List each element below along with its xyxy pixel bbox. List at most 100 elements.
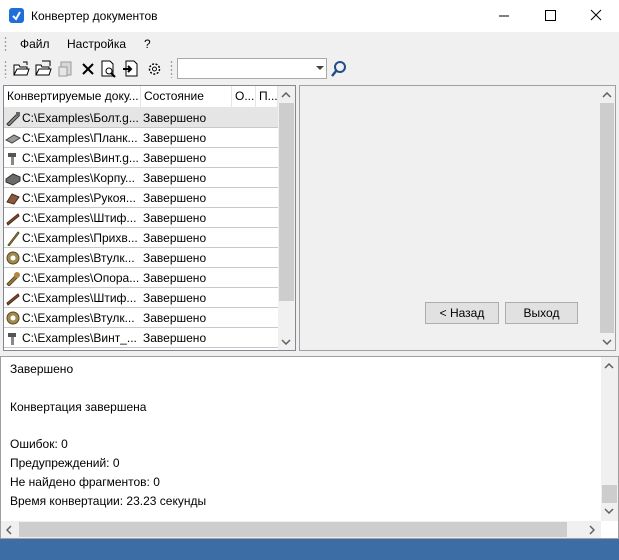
file-list-row[interactable]: C:\Examples\Корпу... Завершено bbox=[4, 168, 278, 188]
file-list-row[interactable]: C:\Examples\Штиф... Завершено bbox=[4, 208, 278, 228]
file-state: Завершено bbox=[143, 211, 207, 225]
scroll-down-icon[interactable] bbox=[602, 339, 612, 345]
log-line: Конвертация завершена bbox=[10, 400, 147, 414]
export-button[interactable] bbox=[121, 59, 140, 79]
file-list-row[interactable]: C:\Examples\Винт_... Завершено bbox=[4, 328, 278, 348]
file-state: Завершено bbox=[143, 111, 207, 125]
file-path: C:\Examples\Болт.g... bbox=[22, 111, 139, 125]
screw-part-icon bbox=[8, 333, 16, 345]
bolt-part-icon bbox=[6, 112, 20, 126]
convert-button[interactable] bbox=[57, 59, 76, 79]
file-state: Завершено bbox=[143, 131, 207, 145]
scroll-up-icon[interactable] bbox=[604, 363, 614, 369]
file-list-row[interactable]: C:\Examples\Втулк... Завершено bbox=[4, 308, 278, 328]
menu-settings[interactable]: Настройка bbox=[67, 37, 126, 51]
file-path: C:\Examples\Штиф... bbox=[22, 291, 137, 305]
maximize-icon bbox=[545, 10, 556, 21]
file-state: Завершено bbox=[143, 231, 207, 245]
preview-button[interactable] bbox=[99, 59, 118, 79]
file-list-rows: C:\Examples\Болт.g... Завершено C:\Example… bbox=[4, 108, 278, 348]
scroll-down-icon[interactable] bbox=[604, 508, 614, 514]
clamp-part-icon bbox=[7, 231, 20, 246]
file-path: C:\Examples\Опора... bbox=[22, 271, 140, 285]
scroll-right-icon[interactable] bbox=[589, 525, 595, 535]
column-header-p[interactable]: П... bbox=[256, 86, 278, 107]
scroll-up-icon[interactable] bbox=[281, 92, 291, 98]
back-button[interactable]: < Назад bbox=[425, 302, 499, 324]
file-list-row[interactable]: C:\Examples\Опора... Завершено bbox=[4, 268, 278, 288]
log-hscroll-thumb[interactable] bbox=[19, 522, 567, 537]
file-state: Завершено bbox=[143, 251, 207, 265]
file-path: C:\Examples\Штиф... bbox=[22, 211, 137, 225]
file-state: Завершено bbox=[143, 311, 207, 325]
file-state: Завершено bbox=[143, 151, 207, 165]
bushing-part-icon bbox=[6, 251, 20, 265]
scroll-left-icon[interactable] bbox=[6, 525, 12, 535]
file-list-row[interactable]: C:\Examples\Болт.g... Завершено bbox=[4, 108, 278, 128]
file-state: Завершено bbox=[143, 191, 207, 205]
file-list-row[interactable]: C:\Examples\Винт.g... Завершено bbox=[4, 148, 278, 168]
close-button[interactable] bbox=[573, 0, 619, 32]
menu-grip-handle[interactable] bbox=[4, 36, 7, 52]
chevron-down-icon[interactable] bbox=[316, 66, 324, 70]
app-logo-icon bbox=[9, 8, 24, 23]
pin-part-icon bbox=[6, 213, 20, 226]
menu-file[interactable]: Файл bbox=[20, 37, 50, 51]
log-vscroll-thumb[interactable] bbox=[602, 485, 617, 503]
file-list: Конвертируемые доку... Состояние О... П.… bbox=[3, 85, 296, 351]
column-header-o[interactable]: О... bbox=[232, 86, 256, 107]
window-title: Конвертер документов bbox=[31, 9, 158, 23]
plank-part-icon bbox=[5, 134, 21, 144]
column-header-state[interactable]: Состояние bbox=[141, 86, 232, 107]
log-horizontal-scrollbar[interactable] bbox=[1, 521, 601, 538]
scroll-down-icon[interactable] bbox=[281, 339, 291, 345]
file-list-header: Конвертируемые доку... Состояние О... П.… bbox=[4, 86, 278, 108]
bushing-part-icon bbox=[6, 311, 20, 325]
export-icon bbox=[123, 60, 138, 77]
log-line: Ошибок: 0 bbox=[10, 437, 68, 451]
file-list-row[interactable]: C:\Examples\Рукоя... Завершено bbox=[4, 188, 278, 208]
file-list-scrollbar[interactable] bbox=[278, 86, 295, 350]
menu-help[interactable]: ? bbox=[144, 37, 151, 51]
minimize-button[interactable] bbox=[481, 0, 527, 32]
file-path: C:\Examples\Винт.g... bbox=[22, 151, 139, 165]
file-list-row[interactable]: C:\Examples\Штиф... Завершено bbox=[4, 288, 278, 308]
pin-part-icon bbox=[6, 293, 20, 306]
handle-part-icon bbox=[6, 193, 20, 205]
maximize-button[interactable] bbox=[527, 0, 573, 32]
wizard-scroll-thumb[interactable] bbox=[600, 103, 614, 333]
search-button[interactable] bbox=[330, 59, 348, 79]
open-folder-button[interactable] bbox=[34, 59, 53, 79]
file-path: C:\Examples\Втулк... bbox=[22, 251, 135, 265]
toolbar-grip-handle-2[interactable] bbox=[170, 60, 173, 78]
log-line: Не найдено фрагментов: 0 bbox=[10, 475, 160, 489]
open-file-button[interactable] bbox=[12, 59, 31, 79]
file-path: C:\Examples\Втулк... bbox=[22, 311, 135, 325]
status-bar bbox=[0, 539, 619, 560]
settings-button[interactable] bbox=[145, 59, 164, 79]
title-bar: Конвертер документов bbox=[0, 0, 619, 32]
log-line: Время конвертации: 23.23 секунды bbox=[10, 494, 207, 508]
log-vertical-scrollbar[interactable] bbox=[601, 357, 618, 521]
file-path: C:\Examples\Корпу... bbox=[22, 171, 135, 185]
file-path: C:\Examples\Рукоя... bbox=[22, 191, 136, 205]
file-list-row[interactable]: C:\Examples\Прихв... Завершено bbox=[4, 228, 278, 248]
log-line: Предупреждений: 0 bbox=[10, 456, 120, 470]
file-list-scroll-thumb[interactable] bbox=[279, 103, 294, 301]
column-header-documents[interactable]: Конвертируемые доку... bbox=[4, 86, 141, 107]
exit-button[interactable]: Выход bbox=[505, 302, 578, 324]
file-state: Завершено bbox=[143, 331, 207, 345]
housing-part-icon bbox=[5, 173, 21, 186]
toolbar bbox=[0, 56, 619, 83]
settings-gear-icon bbox=[148, 63, 161, 75]
convert-icon bbox=[58, 61, 72, 77]
preview-icon bbox=[101, 60, 116, 78]
file-list-row[interactable]: C:\Examples\Планк... Завершено bbox=[4, 128, 278, 148]
log-line: Завершено bbox=[10, 362, 74, 376]
toolbar-grip-handle[interactable] bbox=[4, 60, 7, 78]
scroll-up-icon[interactable] bbox=[602, 92, 612, 98]
file-list-row[interactable]: C:\Examples\Втулк... Завершено bbox=[4, 248, 278, 268]
delete-button[interactable] bbox=[79, 59, 98, 79]
wizard-scrollbar[interactable] bbox=[599, 86, 615, 350]
search-combobox[interactable] bbox=[177, 58, 327, 79]
